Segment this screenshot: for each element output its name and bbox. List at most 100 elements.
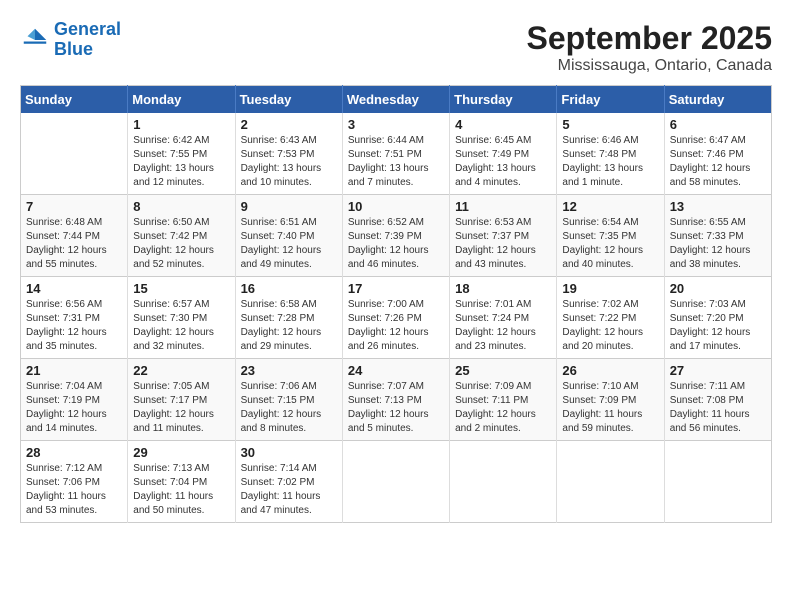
- day-number: 2: [241, 117, 337, 132]
- day-number: 24: [348, 363, 444, 378]
- weekday-header: Tuesday: [235, 86, 342, 114]
- day-number: 8: [133, 199, 229, 214]
- day-number: 27: [670, 363, 766, 378]
- day-number: 30: [241, 445, 337, 460]
- day-number: 5: [562, 117, 658, 132]
- day-info: Sunrise: 6:48 AM Sunset: 7:44 PM Dayligh…: [26, 216, 122, 272]
- logo: General Blue: [20, 20, 121, 60]
- calendar-cell: 19Sunrise: 7:02 AM Sunset: 7:22 PM Dayli…: [557, 277, 664, 359]
- day-info: Sunrise: 6:46 AM Sunset: 7:48 PM Dayligh…: [562, 134, 658, 190]
- day-info: Sunrise: 6:42 AM Sunset: 7:55 PM Dayligh…: [133, 134, 229, 190]
- calendar-cell: [342, 441, 449, 523]
- calendar-week-row: 21 Sunrise: 7:04 AM Sunset: 7:19 PM Dayli…: [21, 359, 772, 441]
- calendar-cell: 28Sunrise: 7:12 AM Sunset: 7:06 PM Dayli…: [21, 441, 128, 523]
- logo-line2: Blue: [54, 39, 93, 59]
- weekday-header: Wednesday: [342, 86, 449, 114]
- day-number: 18: [455, 281, 551, 296]
- calendar-cell: 27 Sunrise: 7:11 AM Sunset: 7:08 PM Dayli…: [664, 359, 771, 441]
- day-info: Sunrise: 7:05 AM Sunset: 7:17 PM Dayligh…: [133, 380, 229, 436]
- calendar-cell: 5 Sunrise: 6:46 AM Sunset: 7:48 PM Daylig…: [557, 113, 664, 195]
- day-info: Sunrise: 7:07 AM Sunset: 7:13 PM Dayligh…: [348, 380, 444, 436]
- month-title: September 2025: [527, 20, 772, 57]
- day-info: Sunrise: 7:02 AM Sunset: 7:22 PM Dayligh…: [562, 298, 658, 354]
- calendar-cell: 13 Sunrise: 6:55 AM Sunset: 7:33 PM Dayli…: [664, 195, 771, 277]
- day-number: 14: [26, 281, 122, 296]
- day-number: 9: [241, 199, 337, 214]
- calendar-cell: 23 Sunrise: 7:06 AM Sunset: 7:15 PM Dayli…: [235, 359, 342, 441]
- day-number: 12: [562, 199, 658, 214]
- calendar-table: SundayMondayTuesdayWednesdayThursdayFrid…: [20, 85, 772, 523]
- day-info: Sunrise: 6:55 AM Sunset: 7:33 PM Dayligh…: [670, 216, 766, 272]
- calendar-cell: 22 Sunrise: 7:05 AM Sunset: 7:17 PM Dayli…: [128, 359, 235, 441]
- day-info: Sunrise: 7:13 AM Sunset: 7:04 PM Dayligh…: [133, 462, 229, 518]
- logo-line1: General: [54, 19, 121, 39]
- calendar-cell: 14 Sunrise: 6:56 AM Sunset: 7:31 PM Dayli…: [21, 277, 128, 359]
- calendar-cell: 15 Sunrise: 6:57 AM Sunset: 7:30 PM Dayli…: [128, 277, 235, 359]
- calendar-cell: 7 Sunrise: 6:48 AM Sunset: 7:44 PM Daylig…: [21, 195, 128, 277]
- calendar-week-row: 28Sunrise: 7:12 AM Sunset: 7:06 PM Dayli…: [21, 441, 772, 523]
- day-info: Sunrise: 7:00 AM Sunset: 7:26 PM Dayligh…: [348, 298, 444, 354]
- day-info: Sunrise: 7:01 AM Sunset: 7:24 PM Dayligh…: [455, 298, 551, 354]
- calendar-cell: [450, 441, 557, 523]
- day-number: 29: [133, 445, 229, 460]
- calendar-cell: [664, 441, 771, 523]
- day-number: 15: [133, 281, 229, 296]
- calendar-cell: 1 Sunrise: 6:42 AM Sunset: 7:55 PM Daylig…: [128, 113, 235, 195]
- calendar-cell: 17 Sunrise: 7:00 AM Sunset: 7:26 PM Dayli…: [342, 277, 449, 359]
- calendar-cell: 6 Sunrise: 6:47 AM Sunset: 7:46 PM Daylig…: [664, 113, 771, 195]
- day-number: 6: [670, 117, 766, 132]
- weekday-header: Thursday: [450, 86, 557, 114]
- day-number: 23: [241, 363, 337, 378]
- calendar-cell: 29 Sunrise: 7:13 AM Sunset: 7:04 PM Dayli…: [128, 441, 235, 523]
- day-info: Sunrise: 7:03 AM Sunset: 7:20 PM Dayligh…: [670, 298, 766, 354]
- weekday-header: Monday: [128, 86, 235, 114]
- day-info: Sunrise: 7:11 AM Sunset: 7:08 PM Dayligh…: [670, 380, 766, 436]
- calendar-cell: 8 Sunrise: 6:50 AM Sunset: 7:42 PM Daylig…: [128, 195, 235, 277]
- weekday-header: Sunday: [21, 86, 128, 114]
- calendar-cell: 3Sunrise: 6:44 AM Sunset: 7:51 PM Daylig…: [342, 113, 449, 195]
- calendar-cell: 16Sunrise: 6:58 AM Sunset: 7:28 PM Dayli…: [235, 277, 342, 359]
- day-number: 21: [26, 363, 122, 378]
- title-block: September 2025 Mississauga, Ontario, Can…: [527, 20, 772, 75]
- calendar-cell: 21 Sunrise: 7:04 AM Sunset: 7:19 PM Dayli…: [21, 359, 128, 441]
- day-info: Sunrise: 6:43 AM Sunset: 7:53 PM Dayligh…: [241, 134, 337, 190]
- calendar-header-row: SundayMondayTuesdayWednesdayThursdayFrid…: [21, 86, 772, 114]
- day-info: Sunrise: 6:50 AM Sunset: 7:42 PM Dayligh…: [133, 216, 229, 272]
- day-info: Sunrise: 7:09 AM Sunset: 7:11 PM Dayligh…: [455, 380, 551, 436]
- day-info: Sunrise: 6:51 AM Sunset: 7:40 PM Dayligh…: [241, 216, 337, 272]
- day-info: Sunrise: 6:53 AM Sunset: 7:37 PM Dayligh…: [455, 216, 551, 272]
- day-number: 4: [455, 117, 551, 132]
- calendar-cell: [21, 113, 128, 195]
- calendar-cell: 25 Sunrise: 7:09 AM Sunset: 7:11 PM Dayli…: [450, 359, 557, 441]
- calendar-cell: 30 Sunrise: 7:14 AM Sunset: 7:02 PM Dayli…: [235, 441, 342, 523]
- day-number: 11: [455, 199, 551, 214]
- day-number: 25: [455, 363, 551, 378]
- day-info: Sunrise: 7:06 AM Sunset: 7:15 PM Dayligh…: [241, 380, 337, 436]
- calendar-cell: 9 Sunrise: 6:51 AM Sunset: 7:40 PM Daylig…: [235, 195, 342, 277]
- day-number: 22: [133, 363, 229, 378]
- calendar-cell: [557, 441, 664, 523]
- day-info: Sunrise: 6:57 AM Sunset: 7:30 PM Dayligh…: [133, 298, 229, 354]
- day-number: 28: [26, 445, 122, 460]
- calendar-cell: 12Sunrise: 6:54 AM Sunset: 7:35 PM Dayli…: [557, 195, 664, 277]
- day-number: 7: [26, 199, 122, 214]
- calendar-week-row: 1 Sunrise: 6:42 AM Sunset: 7:55 PM Daylig…: [21, 113, 772, 195]
- calendar-week-row: 14 Sunrise: 6:56 AM Sunset: 7:31 PM Dayli…: [21, 277, 772, 359]
- day-number: 13: [670, 199, 766, 214]
- day-number: 10: [348, 199, 444, 214]
- day-number: 1: [133, 117, 229, 132]
- calendar-cell: 24 Sunrise: 7:07 AM Sunset: 7:13 PM Dayli…: [342, 359, 449, 441]
- day-info: Sunrise: 7:10 AM Sunset: 7:09 PM Dayligh…: [562, 380, 658, 436]
- day-info: Sunrise: 6:44 AM Sunset: 7:51 PM Dayligh…: [348, 134, 444, 190]
- day-info: Sunrise: 6:47 AM Sunset: 7:46 PM Dayligh…: [670, 134, 766, 190]
- weekday-header: Saturday: [664, 86, 771, 114]
- day-info: Sunrise: 6:45 AM Sunset: 7:49 PM Dayligh…: [455, 134, 551, 190]
- day-info: Sunrise: 7:14 AM Sunset: 7:02 PM Dayligh…: [241, 462, 337, 518]
- day-number: 16: [241, 281, 337, 296]
- calendar-cell: 18 Sunrise: 7:01 AM Sunset: 7:24 PM Dayli…: [450, 277, 557, 359]
- day-number: 17: [348, 281, 444, 296]
- weekday-header: Friday: [557, 86, 664, 114]
- page-header: General Blue September 2025 Mississauga,…: [20, 20, 772, 75]
- day-info: Sunrise: 6:56 AM Sunset: 7:31 PM Dayligh…: [26, 298, 122, 354]
- day-info: Sunrise: 7:04 AM Sunset: 7:19 PM Dayligh…: [26, 380, 122, 436]
